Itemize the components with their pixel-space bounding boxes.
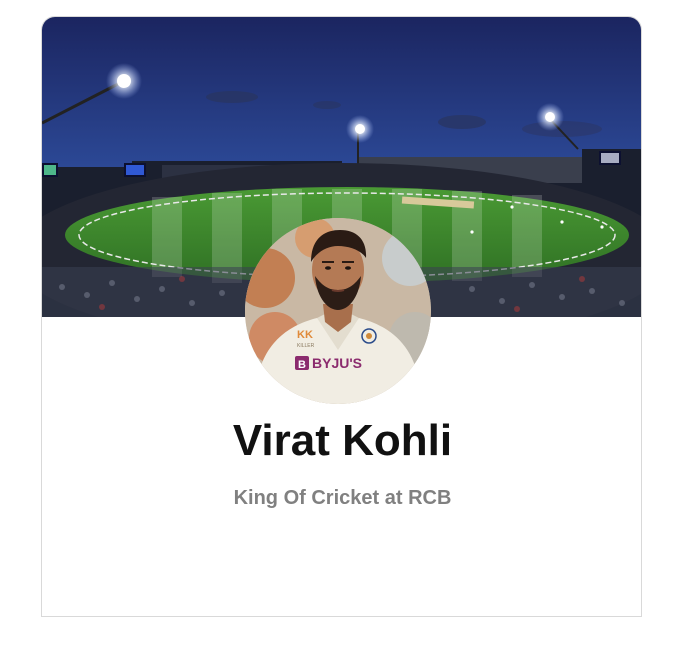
profile-name: Virat Kohli [232,416,453,465]
shirt-logo-text: BYJU'S [312,355,362,371]
profile-avatar: KK KILLER B BYJU'S [245,218,431,404]
shirt-badge-text: KILLER [297,343,315,349]
svg-text:B: B [298,359,306,371]
profile-card: KK KILLER B BYJU'S Virat Kohli King Of C… [41,16,642,617]
svg-text:KK: KK [297,329,313,341]
profile-title: King Of Cricket at RCB [233,487,452,509]
